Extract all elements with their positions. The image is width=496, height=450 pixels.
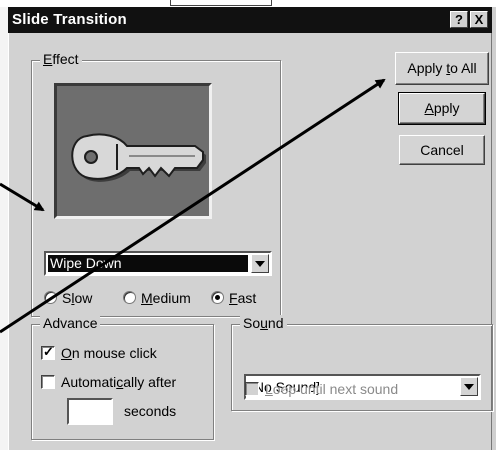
effect-legend: Effect xyxy=(40,51,82,67)
background-window-box xyxy=(170,0,272,6)
seconds-label: seconds xyxy=(124,403,177,419)
sound-legend: Sound xyxy=(240,315,287,331)
slide-transition-dialog: Effect Wipe Down Slow Medium Fast Apply … xyxy=(8,33,493,450)
key-icon xyxy=(71,133,207,182)
chevron-down-icon[interactable] xyxy=(460,377,478,396)
checkbox-box xyxy=(245,382,259,396)
on-mouse-click-label: On mouse click xyxy=(61,345,157,361)
effect-select[interactable]: Wipe Down xyxy=(44,251,272,276)
radio-circle xyxy=(211,291,224,304)
radio-circle xyxy=(44,291,57,304)
cancel-button[interactable]: Cancel xyxy=(399,135,485,165)
automatically-after-label: Automatically after xyxy=(61,374,177,390)
check-mark-icon: ✓ xyxy=(43,344,54,359)
effect-select-value: Wipe Down xyxy=(48,255,248,272)
advance-legend: Advance xyxy=(40,315,101,331)
speed-label-medium: Medium xyxy=(141,290,191,306)
loop-until-next-sound-label: Loop until next sound xyxy=(265,381,399,397)
seconds-input[interactable] xyxy=(67,398,113,425)
background-window-strip xyxy=(0,0,496,7)
speed-label-slow: Slow xyxy=(62,290,93,306)
help-button[interactable]: ? xyxy=(450,11,468,28)
radio-dot xyxy=(215,295,220,300)
transition-preview xyxy=(54,83,212,219)
speed-label-fast: Fast xyxy=(229,290,257,306)
checkbox-box: ✓ xyxy=(41,344,55,360)
dialog-title: Slide Transition xyxy=(12,11,127,28)
checkbox-box xyxy=(41,375,55,389)
radio-circle xyxy=(123,291,136,304)
title-bar[interactable]: Slide Transition ? X xyxy=(8,7,492,33)
apply-button[interactable]: Apply xyxy=(398,92,486,125)
apply-to-all-button[interactable]: Apply to All xyxy=(395,52,489,85)
chevron-down-icon[interactable] xyxy=(251,254,269,273)
background-left-strip xyxy=(0,7,8,450)
close-button[interactable]: X xyxy=(470,11,488,28)
